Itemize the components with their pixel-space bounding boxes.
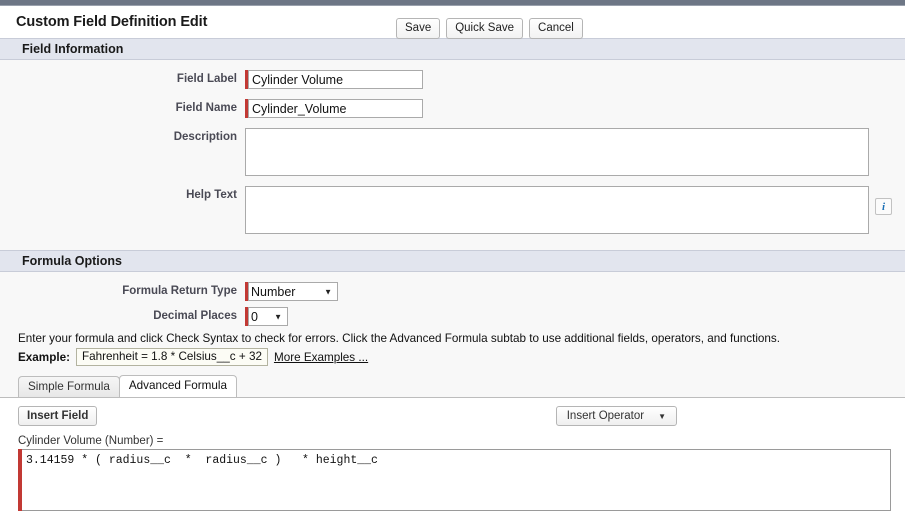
decimal-places-select-shell: 0 ▼ — [248, 307, 288, 326]
help-text-textarea[interactable] — [245, 186, 869, 234]
example-value: Fahrenheit = 1.8 * Celsius__c + 32 — [76, 348, 268, 366]
formula-return-type-select-shell: Number ▼ — [248, 282, 338, 301]
section-header-field-information: Field Information — [0, 38, 905, 60]
field-label-label: Field Label — [0, 70, 245, 85]
formula-return-type-select[interactable]: Number — [248, 282, 338, 301]
formula-editor-textarea[interactable]: 3.14159 * ( radius__c * radius__c ) * he… — [22, 449, 891, 511]
insert-field-button[interactable]: Insert Field — [18, 406, 97, 426]
formula-example-row: Example: Fahrenheit = 1.8 * Celsius__c +… — [0, 346, 905, 366]
formula-caption: Cylinder Volume (Number) = — [18, 435, 891, 447]
formula-tab-list: Simple Formula Advanced Formula — [0, 375, 905, 397]
formula-return-type-control: Number ▼ — [245, 282, 338, 301]
page-header: Custom Field Definition Edit Save Quick … — [0, 6, 905, 38]
save-button[interactable]: Save — [396, 18, 440, 39]
form-row-field-label: Field Label — [0, 70, 905, 89]
more-examples-link[interactable]: More Examples ... — [274, 351, 368, 364]
insert-operator-button[interactable]: Insert Operator ▼ — [556, 406, 677, 426]
description-label: Description — [0, 128, 245, 143]
form-row-help-text: Help Text i — [0, 186, 905, 234]
form-row-formula-return-type: Formula Return Type Number ▼ — [0, 282, 905, 301]
description-textarea[interactable] — [245, 128, 869, 176]
cancel-button[interactable]: Cancel — [529, 18, 583, 39]
help-text-label: Help Text — [0, 186, 245, 201]
field-information-body: Field Label Field Name Description Help … — [0, 60, 905, 250]
example-label: Example: — [18, 351, 70, 364]
insert-operator-label: Insert Operator — [567, 410, 644, 422]
form-row-field-name: Field Name — [0, 99, 905, 118]
action-button-group: Save Quick Save Cancel — [396, 18, 583, 39]
help-text-control — [245, 186, 869, 234]
custom-field-definition-edit-page: Custom Field Definition Edit Save Quick … — [0, 0, 905, 521]
description-control — [245, 128, 869, 176]
field-label-input[interactable] — [248, 70, 423, 89]
formula-toolbar: Insert Field Insert Operator ▼ — [18, 404, 891, 426]
formula-options-body: Formula Return Type Number ▼ Decimal Pla… — [0, 272, 905, 511]
form-row-decimal-places: Decimal Places 0 ▼ — [0, 307, 905, 326]
quick-save-button[interactable]: Quick Save — [446, 18, 523, 39]
tab-advanced-formula[interactable]: Advanced Formula — [119, 375, 237, 397]
field-name-input[interactable] — [248, 99, 423, 118]
page-title: Custom Field Definition Edit — [16, 14, 207, 30]
field-label-control — [245, 70, 423, 89]
tab-simple-formula[interactable]: Simple Formula — [18, 376, 120, 397]
info-icon[interactable]: i — [875, 198, 892, 215]
section-header-formula-options: Formula Options — [0, 250, 905, 272]
formula-return-type-label: Formula Return Type — [0, 282, 245, 297]
chevron-down-icon-insert-operator: ▼ — [658, 412, 666, 421]
advanced-formula-panel: Insert Field Insert Operator ▼ Cylinder … — [0, 397, 905, 511]
decimal-places-label: Decimal Places — [0, 307, 245, 322]
formula-instructions: Enter your formula and click Check Synta… — [0, 329, 905, 346]
form-row-description: Description — [0, 128, 905, 176]
decimal-places-select[interactable]: 0 — [248, 307, 288, 326]
field-name-control — [245, 99, 423, 118]
formula-editor-wrap: 3.14159 * ( radius__c * radius__c ) * he… — [18, 449, 891, 511]
field-name-label: Field Name — [0, 99, 245, 114]
decimal-places-control: 0 ▼ — [245, 307, 288, 326]
